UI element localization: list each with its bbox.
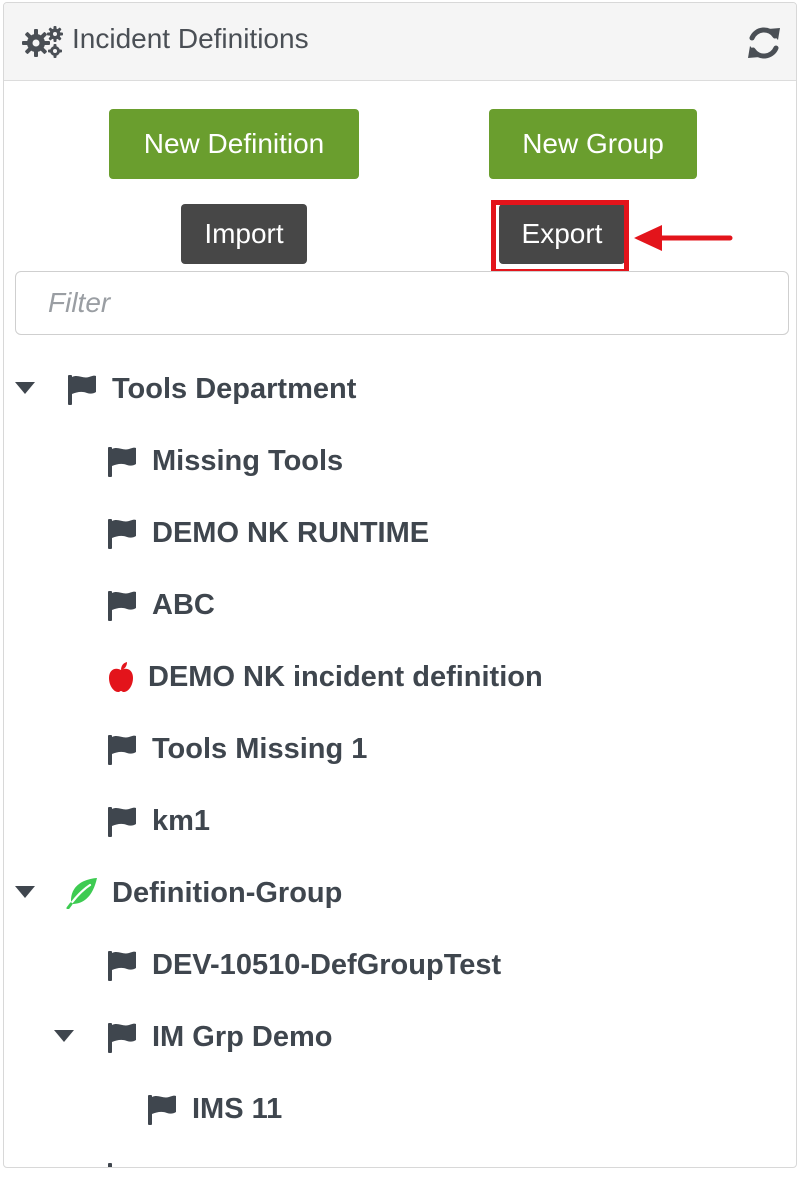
gears-icon: [22, 26, 63, 58]
tree-node-demo-nk-incident-definition[interactable]: DEMO NK incident definition: [106, 657, 543, 697]
tree-node-abc[interactable]: ABC: [106, 585, 215, 625]
tree-node-label: DEMO NK RUNTIME: [152, 516, 430, 549]
flag-icon: [108, 447, 136, 477]
refresh-icon[interactable]: [744, 23, 784, 63]
tree-node-label: km1: [152, 804, 211, 837]
tree-node-label: DEMO NK incident definition: [148, 660, 543, 693]
tree-node-tools-missing-1[interactable]: Tools Missing 1: [106, 729, 367, 769]
import-button[interactable]: Import: [181, 204, 307, 264]
panel-header: Incident Definitions: [4, 3, 796, 81]
tree-node-im-grp-demo[interactable]: IM Grp Demo: [106, 1017, 332, 1057]
flag-icon: [68, 375, 96, 405]
flag-icon: [108, 807, 136, 837]
tree-node-definition-group[interactable]: Definition-Group: [66, 873, 342, 913]
flag-icon: [108, 1023, 136, 1053]
tree-node-ims-11[interactable]: IMS 11: [146, 1089, 282, 1129]
tree-node-km1[interactable]: km1: [106, 801, 210, 841]
flag-icon: [108, 591, 136, 621]
export-highlight-box: [491, 200, 629, 274]
apple-icon: [109, 662, 133, 692]
caret-down-icon[interactable]: [54, 1030, 74, 1042]
panel-title: Incident Definitions: [72, 23, 309, 54]
tree-node-missing-tools[interactable]: Missing Tools: [106, 441, 343, 481]
new-definition-button[interactable]: New Definition: [109, 109, 359, 179]
annotation-arrow-icon: [634, 225, 733, 251]
tree-node-label: Definition-Group: [112, 876, 343, 909]
tree-node-label: Missing Tools: [152, 444, 344, 477]
caret-down-icon[interactable]: [15, 382, 35, 394]
flag-icon: [108, 951, 136, 981]
flag-icon: [108, 519, 136, 549]
filter-input[interactable]: [15, 271, 789, 335]
tree-node-label: IMS 11: [192, 1092, 283, 1125]
tree-node-tools-department[interactable]: Tools Department: [66, 369, 356, 409]
tree-node-demo-nk-runtime[interactable]: DEMO NK RUNTIME: [106, 513, 429, 553]
flag-icon: [148, 1095, 176, 1125]
leaf-icon: [66, 878, 97, 909]
tree-node-label: IM Grp Demo: [152, 1020, 333, 1053]
tree-node-dev-10510-defgrouptest[interactable]: DEV-10510-DefGroupTest: [106, 945, 501, 985]
tree-node-label: Tools Department: [112, 372, 357, 405]
flag-icon: [108, 1163, 112, 1167]
incident-definitions-panel: Incident Definitions New Definition New …: [3, 2, 797, 1168]
flag-icon: [108, 735, 136, 765]
caret-down-icon[interactable]: [15, 886, 35, 898]
tree-node-label: ABC: [152, 588, 215, 621]
tree-node-label: DEV-10510-DefGroupTest: [152, 948, 502, 981]
new-group-button[interactable]: New Group: [489, 109, 697, 179]
tree-node-label: Tools Missing 1: [152, 732, 368, 765]
